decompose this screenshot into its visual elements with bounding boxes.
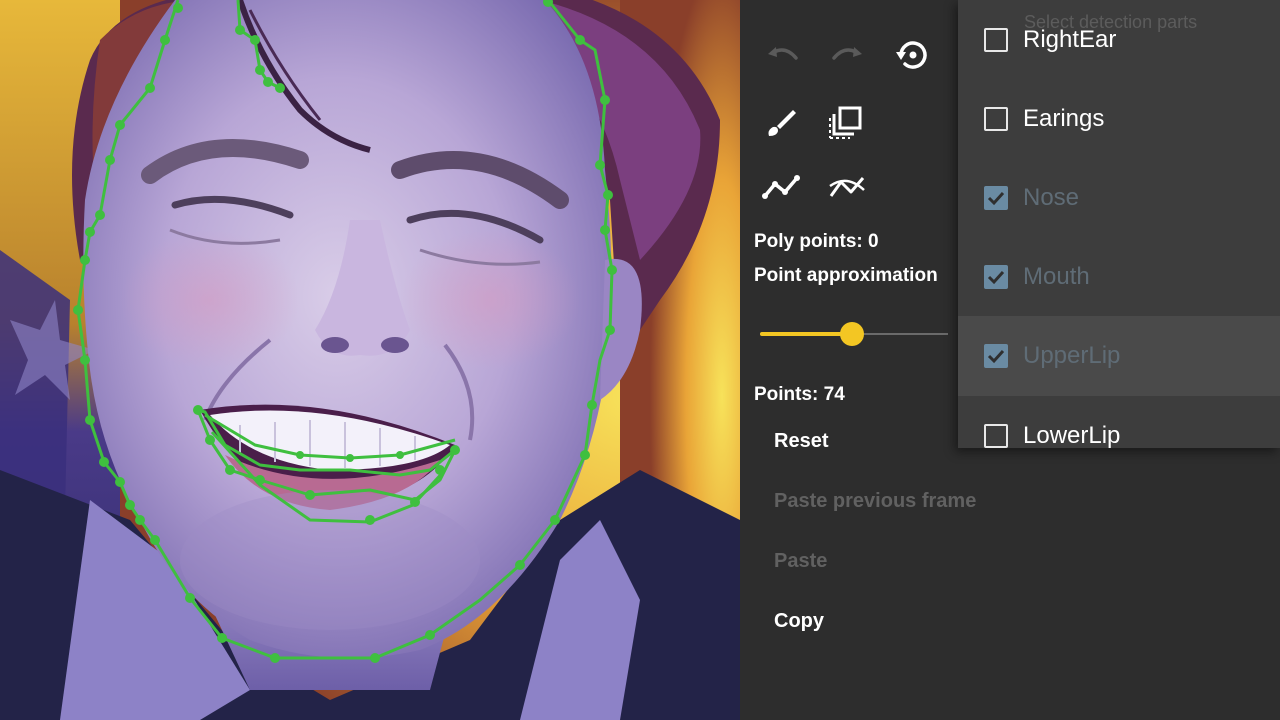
unchecked-checkbox-icon[interactable]: [984, 28, 1008, 52]
slider-thumb[interactable]: [840, 322, 865, 346]
part-item-upperlip[interactable]: UpperLip: [958, 316, 1280, 396]
slider-fill: [760, 332, 853, 336]
part-item-rightear[interactable]: RightEar: [958, 0, 1280, 80]
part-item-label: LowerLip: [1023, 422, 1121, 448]
face-photo: [0, 0, 740, 720]
part-item-label: RightEar: [1023, 26, 1117, 53]
part-item-label: UpperLip: [1023, 342, 1121, 369]
paste-previous-frame-button[interactable]: Paste previous frame: [774, 490, 976, 513]
points-count: Points: 74: [754, 384, 845, 405]
poly-points-count: Poly points: 0: [754, 231, 879, 252]
approximate-tool-button[interactable]: [825, 165, 869, 209]
checked-checkbox-icon[interactable]: [984, 344, 1008, 368]
layers-tool-button[interactable]: [825, 99, 869, 143]
paste-button[interactable]: Paste: [774, 550, 827, 573]
part-item-nose[interactable]: Nose: [958, 158, 1280, 238]
part-item-label: Mouth: [1023, 263, 1090, 290]
polyline-tool-button[interactable]: [759, 165, 803, 209]
history-reset-icon: [893, 35, 933, 75]
reset-button[interactable]: Reset: [774, 430, 828, 453]
unchecked-checkbox-icon[interactable]: [984, 107, 1008, 131]
copy-button[interactable]: Copy: [774, 610, 824, 633]
undo-button[interactable]: [760, 34, 804, 78]
part-item-mouth[interactable]: Mouth: [958, 237, 1280, 317]
checked-checkbox-icon[interactable]: [984, 186, 1008, 210]
polyline-approximate-icon: [827, 172, 867, 202]
part-item-label: Earings: [1023, 105, 1105, 132]
reset-history-button[interactable]: [891, 33, 935, 77]
undo-icon: [764, 44, 800, 68]
redo-button[interactable]: [826, 34, 870, 78]
layers-icon: [828, 102, 866, 140]
image-canvas[interactable]: [0, 0, 740, 720]
part-item-earings[interactable]: Earings: [958, 79, 1280, 159]
checked-checkbox-icon[interactable]: [984, 265, 1008, 289]
redo-icon: [830, 44, 866, 68]
part-item-label: Nose: [1023, 184, 1080, 211]
point-approximation-label: Point approximation: [754, 265, 938, 286]
polyline-icon: [761, 172, 801, 202]
part-item-lowerlip[interactable]: LowerLip: [958, 396, 1280, 448]
unchecked-checkbox-icon[interactable]: [984, 424, 1008, 448]
brush-icon: [763, 104, 799, 140]
detection-parts-menu: Select detection parts RightEar Earings No…: [958, 0, 1280, 448]
brush-tool-button[interactable]: [759, 100, 803, 144]
point-approximation-slider[interactable]: [760, 318, 948, 350]
